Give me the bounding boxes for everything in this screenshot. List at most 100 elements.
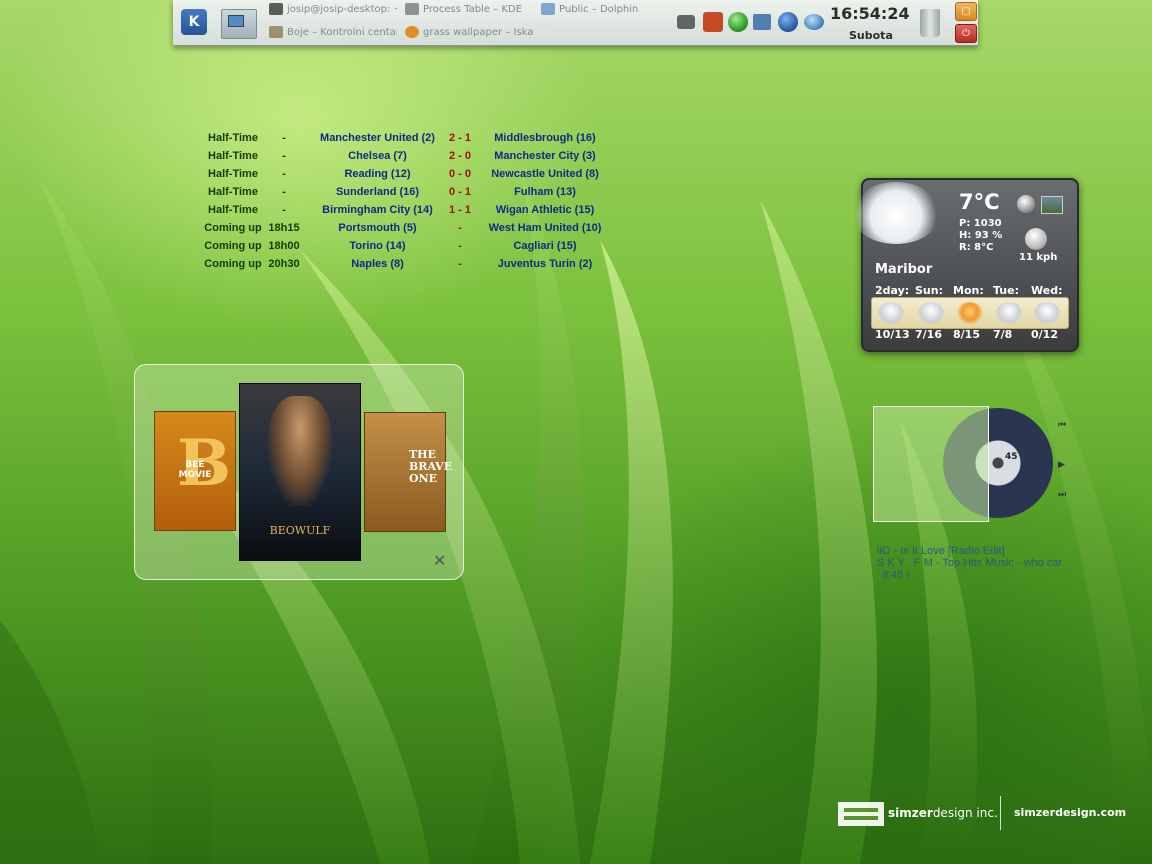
taskbar-item-dolphin[interactable]: Public – Dolphin: [541, 1, 669, 19]
match-status: Half-Time: [208, 186, 258, 198]
logout-button[interactable]: ⏻: [955, 24, 977, 43]
match-status: Coming up: [204, 258, 262, 270]
match-status: Half-Time: [208, 150, 258, 162]
forecast-day: Sun:: [915, 284, 943, 297]
away-team: Cagliari (15): [513, 240, 577, 252]
cloud-rain-icon: [918, 302, 944, 324]
home-team: Chelsea (7): [348, 150, 407, 162]
task-label: Process Table – KDE: [423, 4, 522, 15]
show-desktop-button[interactable]: [221, 9, 257, 39]
album-cover[interactable]: [873, 406, 989, 522]
track-time: 8:45 /: [882, 569, 910, 581]
task-label: Public – Dolphin: [559, 4, 639, 15]
poster-title: BEE MOVIE: [178, 460, 212, 480]
cloud-rain-icon: [1034, 302, 1060, 324]
taskbar-item-terminal[interactable]: josip@josip-desktop: ~: [269, 1, 397, 19]
clock-time[interactable]: 16:54:24: [830, 4, 910, 23]
process-table-icon: [405, 3, 419, 15]
k-menu-button[interactable]: K: [181, 9, 207, 35]
bluetooth-icon[interactable]: [778, 12, 798, 32]
match-score: -: [458, 258, 462, 270]
clock-date: Subota: [849, 29, 893, 42]
match-score: 2 - 0: [448, 150, 471, 162]
realfeel-label: R: 8°C: [959, 242, 994, 253]
match-time: 20h30: [268, 258, 300, 270]
brand-divider: [1000, 796, 1001, 830]
home-team: Manchester United (2): [320, 132, 435, 144]
match-status: Half-Time: [208, 168, 258, 180]
match-time: -: [282, 132, 286, 144]
usb-device-icon[interactable]: [677, 15, 695, 29]
folder-icon: [541, 3, 555, 15]
match-score: 0 - 0: [448, 168, 471, 180]
match-score: 2 - 1: [448, 132, 471, 144]
humidity-label: H: 93 %: [959, 230, 1003, 241]
forecast-day: Wed:: [1031, 284, 1063, 297]
away-team: Middlesbrough (16): [494, 132, 596, 144]
match-status: Coming up: [204, 222, 262, 234]
home-team: Torino (14): [349, 240, 406, 252]
station-name: S K Y . F M - Top Hits Music - who car: [877, 557, 1063, 569]
bee-movie-poster[interactable]: B BEE MOVIE: [154, 411, 236, 531]
match-status: Coming up: [204, 240, 262, 252]
forecast-temps: 10/13: [875, 328, 910, 341]
home-team: Portsmouth (5): [338, 222, 417, 234]
match-time: -: [282, 204, 286, 216]
lock-screen-button[interactable]: ▢: [955, 2, 977, 21]
wind-compass-icon: [1025, 228, 1047, 250]
volume-icon[interactable]: [804, 14, 824, 30]
pressure-label: P: 1030: [959, 218, 1002, 229]
away-team: Newcastle United (8): [491, 168, 599, 180]
forecast-strip: [871, 297, 1069, 329]
network-status-icon[interactable]: [728, 12, 748, 32]
forecast-temps: 7/16: [915, 328, 942, 341]
play-icon[interactable]: ▶: [1058, 460, 1065, 470]
wind-speed: 11 kph: [1019, 252, 1058, 263]
brand-url: simzerdesign.com: [1014, 806, 1127, 819]
satellite-map-icon[interactable]: [1041, 196, 1063, 214]
weather-widget[interactable]: 7°C P: 1030 H: 93 % R: 8°C 11 kph Maribo…: [851, 178, 1079, 352]
match-score: -: [458, 222, 462, 234]
trash-icon[interactable]: [920, 9, 940, 37]
forecast-temps: 7/8: [993, 328, 1013, 341]
match-time: -: [282, 150, 286, 162]
away-team: Fulham (13): [514, 186, 576, 198]
screenshot-icon[interactable]: [753, 14, 771, 30]
home-team: Reading (12): [344, 168, 411, 180]
home-team: Sunderland (16): [335, 186, 420, 198]
task-label: grass wallpaper – Iskanje: [423, 27, 533, 38]
match-status: Half-Time: [208, 204, 258, 216]
away-team: Manchester City (3): [494, 150, 596, 162]
forecast-temps: 8/15: [953, 328, 980, 341]
task-label: josip@josip-desktop: ~: [287, 4, 397, 15]
globe-icon[interactable]: [1017, 195, 1035, 213]
city-name: Maribor: [875, 262, 933, 277]
match-score: 0 - 1: [448, 186, 471, 198]
match-time: -: [282, 186, 286, 198]
current-temperature: 7°C: [959, 190, 1000, 214]
forecast-temps: 0/12: [1031, 328, 1058, 341]
disc-label: 45: [1005, 452, 1018, 462]
match-score: -: [458, 240, 462, 252]
taskbar-item-firefox[interactable]: grass wallpaper – Iskanje: [405, 24, 533, 42]
tools-icon: [269, 26, 283, 38]
poster-title: THE BRAVE ONE: [409, 448, 453, 485]
next-track-icon[interactable]: ⏭: [1058, 490, 1066, 500]
klipper-icon[interactable]: [703, 12, 723, 32]
match-time: 18h15: [268, 222, 300, 234]
forecast-day: 2day:: [875, 284, 910, 297]
beowulf-poster[interactable]: BEOWULF: [239, 383, 361, 561]
taskbar-item-process-table[interactable]: Process Table – KDE: [405, 1, 533, 19]
cloud-rain-icon: [878, 302, 904, 324]
poster-title: BEOWULF: [269, 524, 331, 537]
home-team: Birmingham City (14): [322, 204, 433, 216]
previous-track-icon[interactable]: ⏮: [1058, 420, 1066, 430]
away-team: Juventus Turin (2): [497, 258, 593, 270]
match-time: -: [282, 168, 286, 180]
taskbar-item-control-center[interactable]: Boje – Kontrolni centar: [269, 24, 397, 42]
cover-flow-widget[interactable]: B BEE MOVIE BEOWULF THE BRAVE ONE ✕: [134, 364, 464, 580]
settings-tools-icon[interactable]: ✕: [433, 551, 453, 571]
brave-one-poster[interactable]: THE BRAVE ONE: [364, 412, 452, 532]
match-status: Half-Time: [208, 132, 258, 144]
terminal-icon: [269, 3, 283, 15]
